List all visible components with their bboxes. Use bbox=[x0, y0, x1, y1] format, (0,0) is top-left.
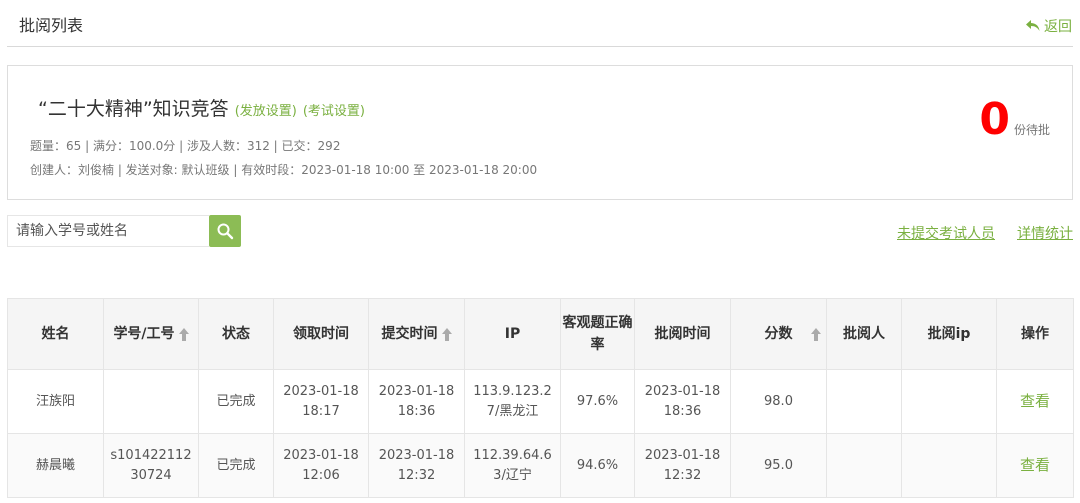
view-button[interactable]: 查看 bbox=[1020, 392, 1050, 410]
pending-label: 份待批 bbox=[1013, 123, 1050, 137]
col-name: 姓名 bbox=[7, 298, 104, 370]
sort-arrow-up-icon[interactable] bbox=[441, 327, 452, 341]
col-reviewer: 批阅人 bbox=[826, 298, 902, 370]
col-id-label: 学号/工号 bbox=[113, 326, 175, 342]
sort-arrow-up-icon[interactable] bbox=[811, 328, 821, 341]
grading-table: 姓名 学号/工号 状态 领取时间 提交时间 IP 客观题正确率 批阅时间 分数 bbox=[7, 298, 1074, 498]
exam-settings-link[interactable]: (考试设置) bbox=[303, 100, 365, 119]
col-action: 操作 bbox=[996, 298, 1074, 370]
cell-status: 已完成 bbox=[198, 369, 274, 434]
cell-accuracy: 94.6% bbox=[560, 433, 635, 498]
search-icon bbox=[217, 223, 234, 240]
exam-stats: 题量：65 | 满分：100.0分 | 涉及人数：312 | 已交：292 bbox=[30, 139, 341, 153]
col-submit-time-label: 提交时间 bbox=[381, 326, 438, 342]
pending-count: 0 bbox=[979, 94, 1010, 145]
cell-reviewer bbox=[826, 369, 902, 434]
page-header: 批阅列表 返回 bbox=[7, 0, 1073, 47]
cell-reviewer-ip bbox=[901, 369, 997, 434]
search-button[interactable] bbox=[209, 215, 241, 247]
cell-submit-time: 2023-01-18 18:36 bbox=[368, 369, 465, 434]
cell-id: s10142211230724 bbox=[103, 433, 199, 498]
unsubmitted-link[interactable]: 未提交考试人员 bbox=[897, 223, 995, 243]
page-title: 批阅列表 bbox=[19, 16, 84, 35]
col-score[interactable]: 分数 bbox=[730, 298, 827, 370]
search-box bbox=[7, 215, 241, 247]
table-header-row: 姓名 学号/工号 状态 领取时间 提交时间 IP 客观题正确率 批阅时间 分数 bbox=[7, 298, 1074, 370]
col-reviewer-ip: 批阅ip bbox=[901, 298, 997, 370]
cell-action: 查看 bbox=[996, 369, 1074, 434]
col-status: 状态 bbox=[198, 298, 274, 370]
cell-score: 98.0 bbox=[730, 369, 827, 434]
release-settings-link[interactable]: (发放设置) bbox=[235, 100, 297, 119]
col-score-label: 分数 bbox=[764, 326, 793, 342]
cell-ip: 112.39.64.63/辽宁 bbox=[464, 433, 561, 498]
table-row: 汪族阳 已完成 2023-01-18 18:17 2023-01-18 18:3… bbox=[7, 369, 1074, 434]
exam-title: “二十大精神”知识竞答 bbox=[38, 98, 229, 120]
col-ip: IP bbox=[464, 298, 561, 370]
back-button[interactable]: 返回 bbox=[1026, 16, 1072, 36]
return-arrow-icon bbox=[1026, 20, 1040, 31]
cell-name: 赫晨曦 bbox=[7, 433, 104, 498]
cell-ip: 113.9.123.27/黑龙江 bbox=[464, 369, 561, 434]
cell-score: 95.0 bbox=[730, 433, 827, 498]
pending-review: 0 份待批 bbox=[979, 98, 1050, 142]
cell-reviewer-ip bbox=[901, 433, 997, 498]
cell-receive-time: 2023-01-18 12:06 bbox=[273, 433, 369, 498]
col-receive-time: 领取时间 bbox=[273, 298, 369, 370]
sort-arrow-up-icon[interactable] bbox=[178, 327, 189, 341]
exam-info-card: “二十大精神”知识竞答 (发放设置) (考试设置) 题量：65 | 满分：100… bbox=[7, 65, 1073, 200]
details-link[interactable]: 详情统计 bbox=[1017, 223, 1073, 243]
table-row: 赫晨曦 s10142211230724 已完成 2023-01-18 12:06… bbox=[7, 433, 1074, 498]
search-input[interactable] bbox=[7, 215, 209, 247]
cell-review-time: 2023-01-18 12:32 bbox=[634, 433, 731, 498]
cell-receive-time: 2023-01-18 18:17 bbox=[273, 369, 369, 434]
cell-status: 已完成 bbox=[198, 433, 274, 498]
view-button[interactable]: 查看 bbox=[1020, 456, 1050, 474]
col-accuracy: 客观题正确率 bbox=[560, 298, 635, 370]
cell-reviewer bbox=[826, 433, 902, 498]
top-links: 未提交考试人员 详情统计 bbox=[897, 223, 1073, 243]
exam-meta: 创建人：刘俊楠 | 发送对象: 默认班级 | 有效时段：2023-01-18 1… bbox=[30, 163, 538, 177]
exam-title-row: “二十大精神”知识竞答 (发放设置) (考试设置) bbox=[38, 94, 365, 121]
col-id[interactable]: 学号/工号 bbox=[103, 298, 199, 370]
cell-review-time: 2023-01-18 18:36 bbox=[634, 369, 731, 434]
cell-name: 汪族阳 bbox=[7, 369, 104, 434]
col-review-time: 批阅时间 bbox=[634, 298, 731, 370]
cell-id bbox=[103, 369, 199, 434]
cell-action: 查看 bbox=[996, 433, 1074, 498]
col-submit-time[interactable]: 提交时间 bbox=[368, 298, 465, 370]
back-label: 返回 bbox=[1044, 19, 1072, 35]
cell-accuracy: 97.6% bbox=[560, 369, 635, 434]
cell-submit-time: 2023-01-18 12:32 bbox=[368, 433, 465, 498]
